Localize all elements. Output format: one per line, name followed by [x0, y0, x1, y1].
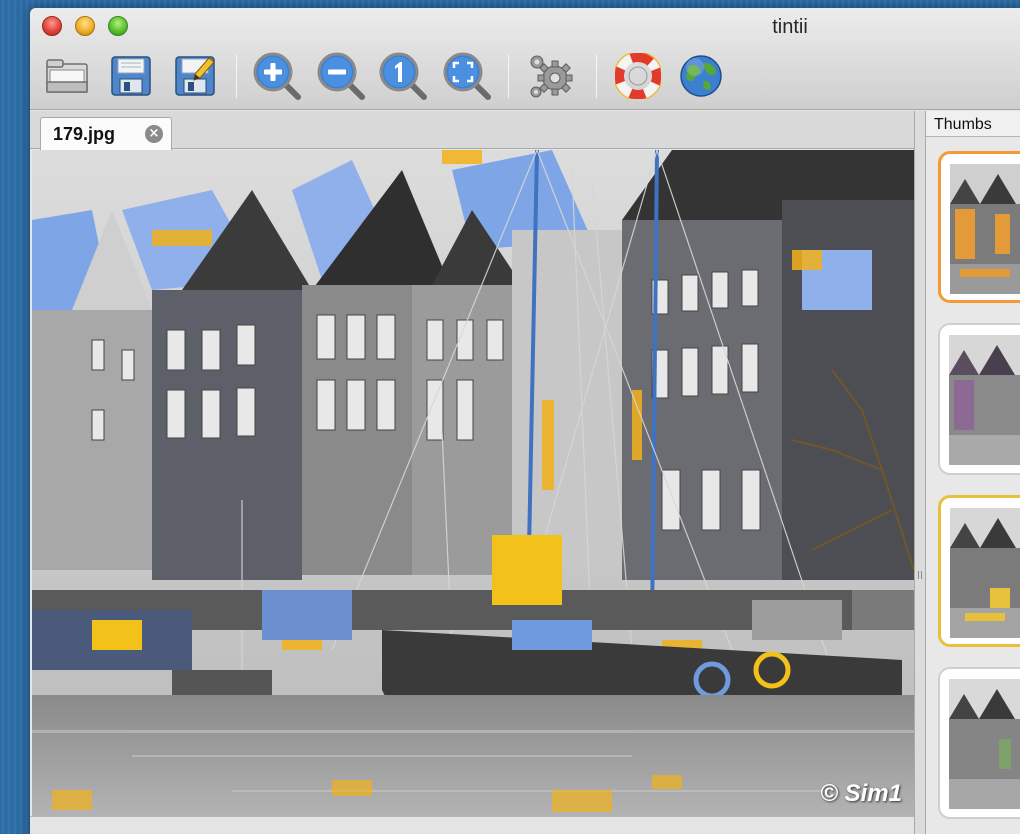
status-bar	[30, 816, 914, 834]
toolbar	[30, 48, 1020, 104]
thumbs-panel: Thumbs	[926, 111, 1020, 834]
zoom-out-button[interactable]	[316, 51, 366, 101]
toolbar-separator	[508, 54, 509, 98]
thumb-green[interactable]	[938, 667, 1020, 819]
floppy-disk-icon	[111, 56, 151, 96]
thumb-orange[interactable]	[938, 151, 1020, 303]
zoom-1-icon	[379, 52, 427, 100]
gears-icon	[530, 55, 573, 98]
tab-label: 179.jpg	[53, 123, 116, 144]
image-viewer[interactable]: © Sim1	[32, 150, 914, 816]
floppy-edit-icon	[175, 56, 215, 96]
window-title: tintii	[772, 16, 808, 38]
save-as-button[interactable]	[170, 51, 220, 101]
zoom-out-icon	[317, 52, 365, 100]
thumbs-header: Thumbs	[926, 111, 1020, 137]
title-bar: tintii	[30, 8, 1020, 110]
toolbar-separator	[236, 54, 237, 98]
image-watermark: © Sim1	[820, 780, 902, 807]
zoom-in-icon	[253, 52, 301, 100]
zoom-actual-size-button[interactable]	[378, 51, 428, 101]
toolbar-separator	[596, 54, 597, 98]
thumb-purple[interactable]	[938, 323, 1020, 475]
open-button[interactable]	[42, 51, 92, 101]
app-window: tintii 179.jpg × © Sim1 Thumbs	[30, 8, 1020, 834]
globe-icon	[680, 55, 722, 97]
help-button[interactable]	[613, 51, 663, 101]
folder-icon	[46, 59, 88, 93]
thumb-yellow[interactable]	[938, 495, 1020, 647]
zoom-fit-button[interactable]	[442, 51, 492, 101]
tab-close-icon[interactable]: ×	[145, 125, 163, 143]
lifebuoy-icon	[615, 53, 661, 99]
website-button[interactable]	[676, 51, 726, 101]
zoom-window-button[interactable]	[108, 16, 128, 36]
close-window-button[interactable]	[42, 16, 62, 36]
canal-photo	[32, 150, 914, 816]
zoom-in-button[interactable]	[252, 51, 302, 101]
minimize-window-button[interactable]	[75, 16, 95, 36]
zoom-fit-icon	[443, 52, 491, 100]
save-button[interactable]	[106, 51, 156, 101]
settings-button[interactable]	[526, 51, 576, 101]
tab-document[interactable]: 179.jpg ×	[40, 117, 172, 150]
document-tab-bar: 179.jpg ×	[30, 111, 914, 150]
splitter-grip-icon	[918, 571, 922, 579]
panel-splitter[interactable]	[914, 111, 926, 834]
